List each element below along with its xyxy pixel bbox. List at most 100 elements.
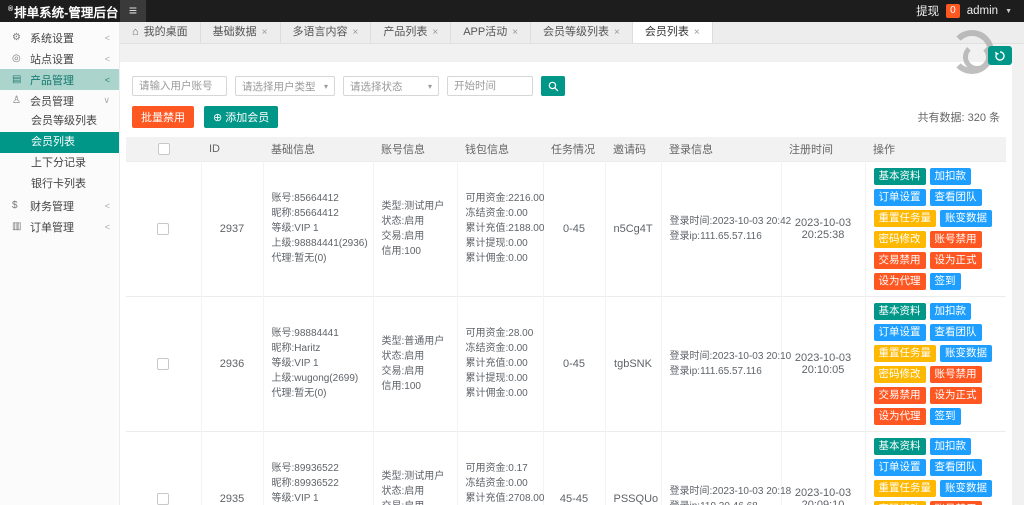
account-search-input[interactable] xyxy=(132,76,227,96)
caret-down-icon: ▼ xyxy=(1005,8,1012,15)
tab-4[interactable]: APP活动× xyxy=(451,22,531,43)
change-password-button[interactable]: 密码修改 xyxy=(874,366,926,383)
search-button[interactable] xyxy=(541,76,565,96)
info-value: 测试用户 xyxy=(404,201,444,212)
set-agent-button[interactable]: 设为代理 xyxy=(874,273,926,290)
info-line: 累计充值:2188.00 xyxy=(466,221,535,236)
tab-1[interactable]: 基础数据× xyxy=(201,22,281,43)
close-icon[interactable]: × xyxy=(512,22,518,43)
close-icon[interactable]: × xyxy=(262,22,268,43)
close-icon[interactable]: × xyxy=(694,22,700,43)
sidebar-subitem-0[interactable]: 会员等级列表 xyxy=(0,111,119,132)
sign-in-button[interactable]: 签到 xyxy=(930,273,961,290)
change-password-button[interactable]: 密码修改 xyxy=(874,231,926,248)
change-password-button[interactable]: 密码修改 xyxy=(874,501,926,505)
info-value: 89936522 xyxy=(294,478,339,489)
reset-tasks-button[interactable]: 重置任务量 xyxy=(874,210,937,227)
adjust-funds-button[interactable]: 加扣款 xyxy=(930,303,972,320)
basic-info-button[interactable]: 基本资料 xyxy=(874,438,926,455)
info-line: 账号:98884441 xyxy=(272,326,365,341)
close-icon[interactable]: × xyxy=(432,22,438,43)
wallet-info-cell: 可用资金:0.17冻结资金:0.00累计充值:2708.00累计提现:0.00累… xyxy=(457,431,543,505)
sidebar-item-3[interactable]: ♙会员管理∨ xyxy=(0,90,119,111)
sidebar-item-4[interactable]: $财务管理< xyxy=(0,195,119,216)
add-member-button[interactable]: ⊕ 添加会员 xyxy=(204,106,278,128)
reset-tasks-button[interactable]: 重置任务量 xyxy=(874,480,937,497)
view-team-button[interactable]: 查看团队 xyxy=(930,459,982,476)
sidebar-subitem-3[interactable]: 银行卡列表 xyxy=(0,174,119,195)
info-value: Haritz xyxy=(294,343,320,354)
reset-tasks-button[interactable]: 重置任务量 xyxy=(874,345,937,362)
tab-label: 我的桌面 xyxy=(144,22,188,43)
disable-trade-button[interactable]: 交易禁用 xyxy=(874,387,926,404)
info-line: 类型:普通用户 xyxy=(382,334,449,349)
account-changes-button[interactable]: 账变数据 xyxy=(940,480,992,497)
disable-trade-button[interactable]: 交易禁用 xyxy=(874,252,926,269)
tab-2[interactable]: 多语言内容× xyxy=(281,22,372,43)
disable-account-button[interactable]: 账号禁用 xyxy=(930,501,982,505)
info-label: 类型: xyxy=(382,336,405,347)
chevron-left-icon: < xyxy=(105,54,110,64)
account-changes-button[interactable]: 账变数据 xyxy=(940,210,992,227)
info-label: 累计充值: xyxy=(466,358,509,369)
sidebar-item-1[interactable]: ◎站点设置< xyxy=(0,48,119,69)
info-value: 2023-10-03 20:42 xyxy=(712,216,791,227)
tab-label: APP活动 xyxy=(463,22,507,43)
user-type-select[interactable]: 请选择用户类型 ▾ xyxy=(235,76,335,96)
adjust-funds-button[interactable]: 加扣款 xyxy=(930,168,972,185)
info-label: 登录时间: xyxy=(670,216,713,227)
home-icon: ⌂ xyxy=(132,22,139,43)
sidebar-item-5[interactable]: ▥订单管理< xyxy=(0,216,119,237)
user-menu[interactable]: admin xyxy=(967,5,998,17)
refresh-button[interactable] xyxy=(988,46,1012,65)
tab-0[interactable]: ⌂我的桌面 xyxy=(120,22,201,43)
set-official-button[interactable]: 设为正式 xyxy=(930,252,982,269)
info-line: 冻结资金:0.00 xyxy=(466,206,535,221)
column-header-5: 邀请码 xyxy=(605,137,661,161)
row-checkbox[interactable] xyxy=(157,223,169,235)
view-team-button[interactable]: 查看团队 xyxy=(930,189,982,206)
info-value: 2216.00 xyxy=(508,193,544,204)
tab-3[interactable]: 产品列表× xyxy=(371,22,451,43)
order-settings-button[interactable]: 订单设置 xyxy=(874,324,926,341)
account-info-cell: 类型:普通用户状态:启用交易:启用信用:100 xyxy=(373,296,457,431)
disable-account-button[interactable]: 账号禁用 xyxy=(930,366,982,383)
plus-icon: ⊕ xyxy=(213,111,222,124)
basic-info-button[interactable]: 基本资料 xyxy=(874,168,926,185)
info-label: 累计佣金: xyxy=(466,388,509,399)
select-all-checkbox[interactable] xyxy=(158,143,170,155)
refresh-icon xyxy=(994,50,1006,62)
row-checkbox[interactable] xyxy=(157,493,169,505)
hamburger-menu-icon[interactable]: ≡ xyxy=(120,0,146,22)
start-time-input[interactable] xyxy=(447,76,533,96)
status-select[interactable]: 请选择状态 ▾ xyxy=(343,76,439,96)
sidebar-subitem-1[interactable]: 会员列表 xyxy=(0,132,119,153)
tab-5[interactable]: 会员等级列表× xyxy=(531,22,633,43)
order-settings-button[interactable]: 订单设置 xyxy=(874,189,926,206)
sign-in-button[interactable]: 签到 xyxy=(930,408,961,425)
info-line: 可用资金:2216.00 xyxy=(466,191,535,206)
close-icon[interactable]: × xyxy=(353,22,359,43)
basic-info-cell: 账号:89936522昵称:89936522等级:VIP 1上级:0171178… xyxy=(263,431,373,505)
tab-6[interactable]: 会员列表× xyxy=(633,22,713,43)
adjust-funds-button[interactable]: 加扣款 xyxy=(930,438,972,455)
row-checkbox[interactable] xyxy=(157,358,169,370)
info-label: 累计充值: xyxy=(466,493,509,504)
batch-disable-button[interactable]: 批量禁用 xyxy=(132,106,194,128)
sidebar-item-label: 站点设置 xyxy=(30,51,74,67)
order-settings-button[interactable]: 订单设置 xyxy=(874,459,926,476)
sidebar-item-2[interactable]: ▤产品管理< xyxy=(0,69,119,90)
set-official-button[interactable]: 设为正式 xyxy=(930,387,982,404)
sidebar-subitem-2[interactable]: 上下分记录 xyxy=(0,153,119,174)
sidebar-item-0[interactable]: ⚙系统设置< xyxy=(0,27,119,48)
basic-info-button[interactable]: 基本资料 xyxy=(874,303,926,320)
view-team-button[interactable]: 查看团队 xyxy=(930,324,982,341)
withdraw-link[interactable]: 提现 xyxy=(916,3,939,19)
account-changes-button[interactable]: 账变数据 xyxy=(940,345,992,362)
withdraw-count-badge[interactable]: 0 xyxy=(946,4,960,18)
set-agent-button[interactable]: 设为代理 xyxy=(874,408,926,425)
close-icon[interactable]: × xyxy=(614,22,620,43)
disable-account-button[interactable]: 账号禁用 xyxy=(930,231,982,248)
info-value: 0.00 xyxy=(508,358,527,369)
login-info-cell: 登录时间:2023-10-03 20:42登录ip:111.65.57.116 xyxy=(661,161,781,296)
